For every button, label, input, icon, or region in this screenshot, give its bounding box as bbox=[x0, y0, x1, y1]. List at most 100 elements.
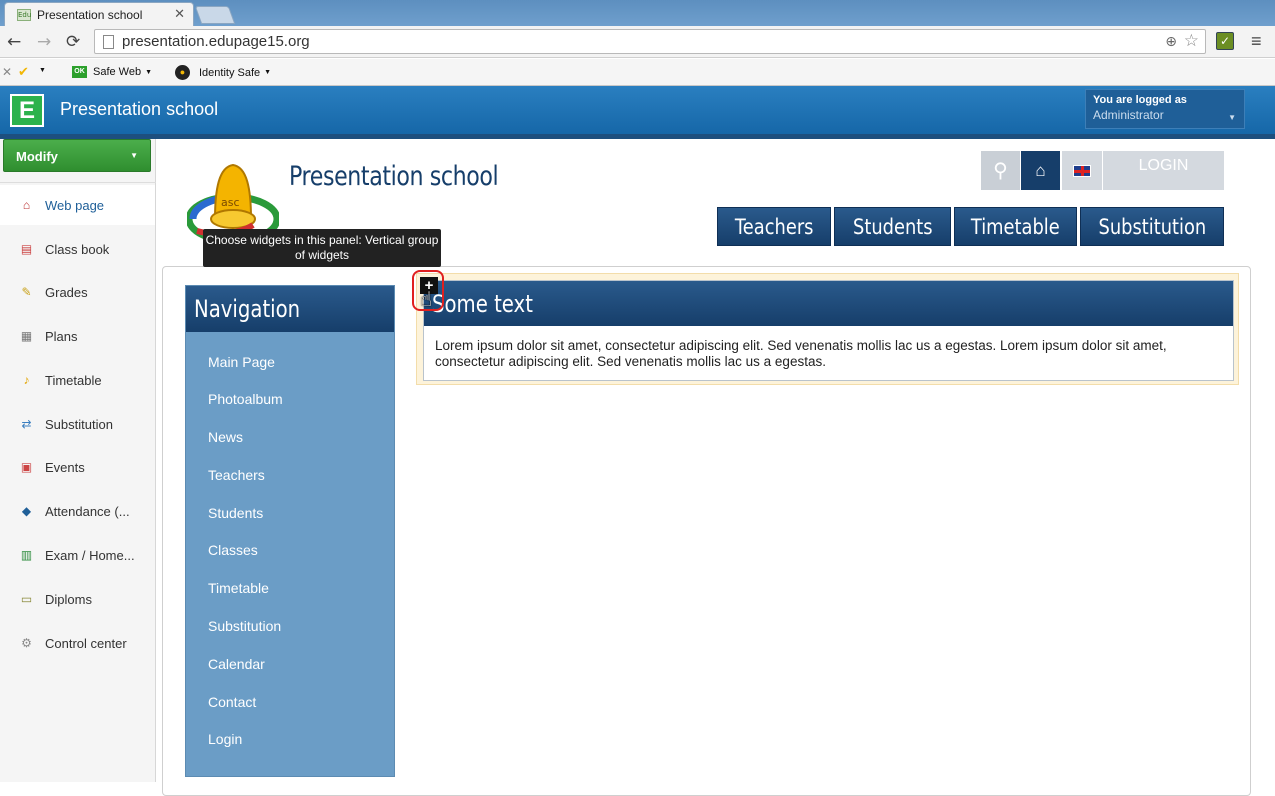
sidebar-item-class-book[interactable]: ▤ Class book bbox=[0, 229, 155, 269]
tab-label: Teachers bbox=[734, 214, 814, 239]
zoom-icon[interactable]: ⊕ bbox=[1165, 33, 1177, 50]
chevron-down-icon: ▼ bbox=[264, 69, 272, 76]
back-icon[interactable]: ← bbox=[7, 32, 21, 52]
tab-title: Presentation school bbox=[37, 7, 143, 22]
tab-close-icon[interactable]: ✕ bbox=[174, 6, 185, 22]
tab-label: Students bbox=[852, 214, 933, 239]
bookmark-star-icon[interactable]: ☆ bbox=[1184, 31, 1199, 51]
reload-icon[interactable]: ⟳ bbox=[66, 32, 80, 52]
chevron-down-icon: ▼ bbox=[1228, 113, 1236, 122]
exam-icon: ▥ bbox=[20, 548, 33, 562]
sidebar-item-attendance[interactable]: ◆ Attendance (... bbox=[0, 491, 155, 531]
sidebar-item-label: Web page bbox=[45, 197, 105, 213]
sidebar-item-control-center[interactable]: ⚙ Control center bbox=[0, 623, 155, 663]
tab-timetable[interactable]: Timetable bbox=[954, 207, 1077, 246]
navigation-title: Navigation bbox=[194, 295, 301, 323]
widget-group[interactable]: Some text Lorem ipsum dolor sit amet, co… bbox=[416, 273, 1239, 385]
bell-icon: ♪ bbox=[23, 373, 30, 387]
bookmark-safe-web[interactable]: OK Safe Web ▼ bbox=[72, 66, 152, 78]
favicon-icon: Edu bbox=[17, 8, 32, 21]
widget-header: Some text bbox=[424, 281, 1233, 326]
admin-sidebar: Modify ▼ ⌂ Web page ▤ Class book ✎ Grade… bbox=[0, 139, 156, 782]
search-button[interactable]: ⚲ bbox=[981, 151, 1020, 190]
sidebar-item-label: Class book bbox=[45, 241, 110, 257]
chevron-down-icon[interactable]: ▼ bbox=[39, 67, 46, 74]
nav-link-photoalbum[interactable]: Photoalbum bbox=[208, 391, 283, 407]
sidebar-item-label: Timetable bbox=[45, 372, 102, 388]
identity-lock-icon: ● bbox=[175, 65, 190, 80]
tab-label: Substitution bbox=[1098, 214, 1206, 239]
svg-text:asc: asc bbox=[221, 196, 240, 209]
app-header: E Presentation school You are logged as … bbox=[0, 86, 1275, 134]
widget-body: Lorem ipsum dolor sit amet, consectetur … bbox=[435, 338, 1167, 369]
tab-teachers[interactable]: Teachers bbox=[717, 207, 831, 246]
sidebar-item-label: Exam / Home... bbox=[45, 547, 135, 563]
app-title: Presentation school bbox=[60, 99, 219, 119]
house-icon: ⌂ bbox=[22, 198, 31, 212]
calendar-icon: ▣ bbox=[20, 460, 33, 474]
sidebar-item-timetable[interactable]: ♪ Timetable bbox=[0, 360, 155, 400]
sidebar-item-plans[interactable]: ▦ Plans bbox=[0, 316, 155, 356]
menu-icon[interactable]: ≡ bbox=[1251, 31, 1262, 52]
diploma-icon: ▭ bbox=[20, 592, 33, 606]
sidebar-item-label: Grades bbox=[45, 284, 88, 300]
nav-link-calendar[interactable]: Calendar bbox=[208, 656, 265, 672]
text-widget[interactable]: Some text Lorem ipsum dolor sit amet, co… bbox=[423, 280, 1234, 381]
close-icon[interactable]: ✕ bbox=[2, 65, 12, 79]
tab-substitution[interactable]: Substitution bbox=[1080, 207, 1224, 246]
nav-link-main-page[interactable]: Main Page bbox=[208, 354, 275, 370]
nav-link-students[interactable]: Students bbox=[208, 505, 263, 521]
nav-link-classes[interactable]: Classes bbox=[208, 542, 258, 558]
page-icon bbox=[103, 34, 114, 49]
new-tab-button[interactable] bbox=[194, 6, 236, 24]
language-button[interactable] bbox=[1062, 151, 1102, 190]
sidebar-item-events[interactable]: ▣ Events bbox=[0, 447, 155, 487]
login-label: You are logged as bbox=[1093, 94, 1187, 106]
url-text: presentation.edupage15.org bbox=[122, 33, 310, 50]
navigation-widget[interactable]: Navigation Main Page Photoalbum News Tea… bbox=[185, 285, 395, 777]
sidebar-item-grades[interactable]: ✎ Grades bbox=[0, 272, 155, 312]
bookmark-identity-safe[interactable]: ● Identity Safe ▼ bbox=[175, 65, 271, 80]
tab-students[interactable]: Students bbox=[834, 207, 951, 246]
address-bar[interactable]: presentation.edupage15.org ⊕ ☆ bbox=[94, 29, 1206, 54]
ok-badge-icon: OK bbox=[72, 66, 87, 78]
sidebar-item-label: Events bbox=[45, 459, 85, 475]
sidebar-item-substitution[interactable]: ⇄ Substitution bbox=[0, 404, 155, 444]
tooltip: Choose widgets in this panel: Vertical g… bbox=[203, 229, 441, 267]
sidebar-item-label: Substitution bbox=[45, 416, 113, 432]
browser-toolbar: ← → ⟳ presentation.edupage15.org ⊕ ☆ ✓ ≡ bbox=[0, 26, 1275, 58]
substitution-icon: ⇄ bbox=[21, 417, 32, 431]
hand-cursor-icon: ☝ bbox=[420, 289, 433, 311]
login-button[interactable]: LOGIN bbox=[1103, 151, 1224, 190]
user-menu[interactable]: You are logged as Administrator ▼ bbox=[1085, 89, 1245, 129]
edupage-logo[interactable]: E bbox=[10, 94, 44, 127]
browser-tabstrip: Edu Presentation school ✕ bbox=[0, 0, 1275, 26]
bookmarks-bar: ✕ ✔ ▼ OK Safe Web ▼ ● Identity Safe ▼ bbox=[0, 59, 1275, 86]
navigation-header: Navigation bbox=[186, 286, 394, 332]
website-preview: asc Presentation school ⚲ ⌂ LOGIN Teache… bbox=[157, 139, 1275, 796]
login-user: Administrator bbox=[1093, 108, 1164, 122]
browser-tab[interactable]: Edu Presentation school ✕ bbox=[4, 2, 194, 26]
chevron-down-icon: ▼ bbox=[145, 68, 153, 76]
nav-link-substitution[interactable]: Substitution bbox=[208, 618, 281, 634]
chevron-down-icon: ▼ bbox=[130, 151, 138, 160]
norton-check-icon[interactable]: ✔ bbox=[18, 64, 29, 80]
attendance-icon: ◆ bbox=[21, 504, 32, 518]
school-name: Presentation school bbox=[289, 161, 499, 192]
home-button[interactable]: ⌂ bbox=[1021, 151, 1060, 190]
sidebar-item-exam-homework[interactable]: ▥ Exam / Home... bbox=[0, 535, 155, 575]
uk-flag-icon bbox=[1073, 165, 1091, 177]
nav-link-contact[interactable]: Contact bbox=[208, 694, 256, 710]
forward-icon[interactable]: → bbox=[37, 32, 51, 52]
bookmark-label: Safe Web bbox=[93, 66, 142, 78]
sidebar-item-web-page[interactable]: ⌂ Web page bbox=[0, 185, 155, 225]
nav-link-teachers[interactable]: Teachers bbox=[208, 467, 265, 483]
sidebar-item-label: Plans bbox=[45, 328, 78, 344]
nav-link-login[interactable]: Login bbox=[208, 731, 242, 747]
nav-link-news[interactable]: News bbox=[208, 429, 243, 445]
nav-link-timetable[interactable]: Timetable bbox=[208, 580, 269, 596]
sidebar-item-label: Diploms bbox=[45, 591, 92, 607]
modify-button[interactable]: Modify ▼ bbox=[3, 139, 151, 172]
sidebar-item-diploms[interactable]: ▭ Diploms bbox=[0, 579, 155, 619]
extension-icon[interactable]: ✓ bbox=[1216, 32, 1234, 50]
